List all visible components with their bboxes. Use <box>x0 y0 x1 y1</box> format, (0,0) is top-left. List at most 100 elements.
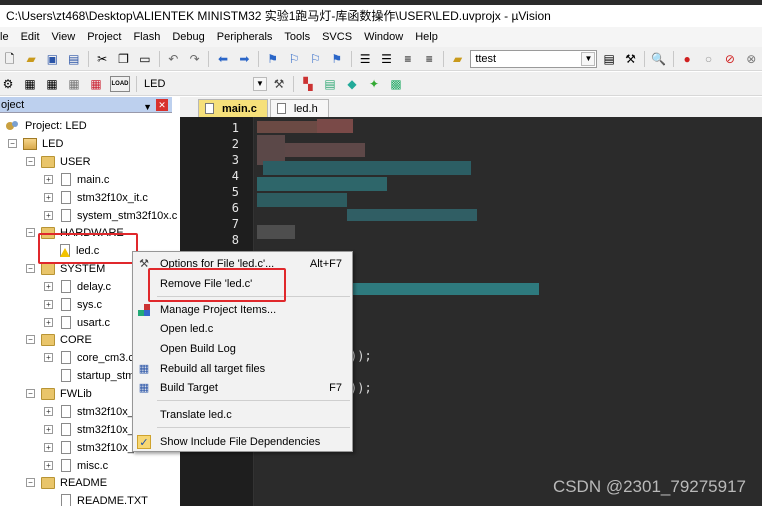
menu-item-open-build-log[interactable]: Open Build Log <box>133 339 352 359</box>
menu-item-build-target[interactable]: ▦ Build Target F7 <box>133 378 352 398</box>
tree-file[interactable]: + core_cm3.c <box>44 349 134 366</box>
tree-file[interactable]: + sys.c <box>44 296 102 313</box>
download-load-icon[interactable]: LOAD <box>110 75 130 92</box>
pack-download-icon[interactable]: ▩ <box>388 76 404 92</box>
menu-item-manage-project-items[interactable]: Manage Project Items... <box>133 300 352 320</box>
redo-icon[interactable]: ↷ <box>187 51 202 67</box>
menu-item-remove-file[interactable]: Remove File 'led.c' <box>133 274 352 294</box>
disable-all-breakpoints-icon[interactable]: ⊗ <box>744 51 759 67</box>
tree-file[interactable]: + usart.c <box>44 314 110 331</box>
menu-svcs[interactable]: SVCS <box>316 27 358 47</box>
kill-breakpoints-icon[interactable]: ⊘ <box>722 51 737 67</box>
build-icon[interactable]: ▦ <box>22 76 38 92</box>
expand-icon[interactable]: + <box>44 443 53 452</box>
expand-icon[interactable]: + <box>44 211 53 220</box>
menu-item-show-include-dependencies[interactable]: ✓ Show Include File Dependencies <box>133 432 352 452</box>
open-folder-icon[interactable]: ▰ <box>23 51 38 67</box>
collapse-icon[interactable]: − <box>26 478 35 487</box>
new-file-icon[interactable]: 🗋 <box>2 51 17 67</box>
tree-file[interactable]: startup_stm <box>59 367 134 384</box>
menu-view[interactable]: View <box>46 27 82 47</box>
tree-file[interactable]: + delay.c <box>44 278 111 295</box>
expand-icon[interactable]: + <box>44 318 53 327</box>
expand-icon[interactable]: + <box>44 282 53 291</box>
options-for-target-icon[interactable]: ⚒ <box>271 76 287 92</box>
menu-item-open-file[interactable]: Open led.c <box>133 319 352 339</box>
indent-icon[interactable]: ☰ <box>357 51 372 67</box>
tree-file-led-c[interactable]: led.c <box>58 242 99 259</box>
unindent-icon[interactable]: ☰ <box>379 51 394 67</box>
menu-edit[interactable]: Edit <box>15 27 46 47</box>
save-all-icon[interactable]: ▤ <box>66 51 81 67</box>
tree-group-fwlib[interactable]: − FWLib <box>26 385 92 402</box>
menu-window[interactable]: Window <box>358 27 409 47</box>
stop-build-icon[interactable]: ▦ <box>88 76 104 92</box>
tree-root[interactable]: Project: LED <box>4 117 87 134</box>
select-packs-icon[interactable]: ▤ <box>322 76 338 92</box>
expand-icon[interactable]: + <box>44 407 53 416</box>
translate-icon[interactable]: ⚙ <box>0 76 16 92</box>
manage-project-items-icon[interactable]: ▚ <box>300 76 316 92</box>
clear-bookmarks-icon[interactable]: ⚑ <box>329 51 344 67</box>
expand-icon[interactable]: + <box>44 425 53 434</box>
tree-file[interactable]: + misc.c <box>44 457 108 474</box>
collapse-icon[interactable]: − <box>26 157 35 166</box>
expand-icon[interactable]: + <box>44 193 53 202</box>
expand-icon[interactable]: + <box>44 461 53 470</box>
collapse-icon[interactable]: − <box>8 139 17 148</box>
menu-tools[interactable]: Tools <box>278 27 316 47</box>
prev-bookmark-icon[interactable]: ⚐ <box>286 51 301 67</box>
uncomment-icon[interactable]: ≡ <box>422 51 437 67</box>
tree-file[interactable]: README.TXT <box>59 492 148 506</box>
tree-group-hardware[interactable]: − HARDWARE <box>26 224 124 241</box>
menu-project[interactable]: Project <box>81 27 127 47</box>
menu-flash[interactable]: Flash <box>127 27 166 47</box>
tree-group-user[interactable]: − USER <box>26 153 91 170</box>
menu-item-rebuild-all[interactable]: ▦ Rebuild all target files <box>133 359 352 379</box>
chevron-down-icon[interactable]: ▼ <box>253 76 267 91</box>
collapse-icon[interactable]: − <box>26 389 35 398</box>
bookmark-icon[interactable]: ⚑ <box>265 51 280 67</box>
find-in-files-icon[interactable]: ▰ <box>450 51 465 67</box>
chevron-down-icon[interactable]: ▼ <box>581 51 596 66</box>
manage-rte-icon[interactable]: ◆ <box>344 76 360 92</box>
breakpoint-icon[interactable]: ● <box>679 51 694 67</box>
tree-file[interactable]: + system_stm32f10x.c <box>44 207 177 224</box>
tab-led-h[interactable]: led.h <box>269 99 329 117</box>
debug-session-icon[interactable]: 🔍 <box>651 51 666 67</box>
collapse-icon[interactable]: − <box>26 335 35 344</box>
navigate-forward-icon[interactable]: ➡ <box>237 51 252 67</box>
next-bookmark-icon[interactable]: ⚐ <box>308 51 323 67</box>
pack-installer-icon[interactable]: ✦ <box>366 76 382 92</box>
comment-icon[interactable]: ≡ <box>400 51 415 67</box>
tree-file[interactable]: + main.c <box>44 171 109 188</box>
menu-debug[interactable]: Debug <box>166 27 210 47</box>
menu-help[interactable]: Help <box>409 27 444 47</box>
tree-group-core[interactable]: − CORE <box>26 331 92 348</box>
undo-icon[interactable]: ↶ <box>166 51 181 67</box>
collapse-icon[interactable]: − <box>26 264 35 273</box>
copy-icon[interactable]: ❐ <box>116 51 131 67</box>
close-icon[interactable]: ✕ <box>156 99 168 111</box>
menu-item-translate-file[interactable]: Translate led.c <box>133 405 352 425</box>
tree-file[interactable]: + stm32f10x_ <box>44 439 134 456</box>
menu-item-options-for-file[interactable]: ⚒ Options for File 'led.c'... Alt+F7 <box>133 254 352 274</box>
pin-icon[interactable]: ▼ <box>143 99 152 115</box>
configure-icon[interactable]: ⚒ <box>623 51 638 67</box>
tab-main-c[interactable]: main.c <box>198 99 268 117</box>
navigate-back-icon[interactable]: ⬅ <box>215 51 230 67</box>
tree-file[interactable]: + stm32f10x_it.c <box>44 189 148 206</box>
tree-file[interactable]: + stm32f10x_ <box>44 421 134 438</box>
paste-icon[interactable]: ▭ <box>137 51 152 67</box>
tree-group-readme[interactable]: − README <box>26 474 107 491</box>
find-combo[interactable]: ttest ▼ <box>470 49 598 68</box>
save-icon[interactable]: ▣ <box>45 51 60 67</box>
expand-icon[interactable]: + <box>44 175 53 184</box>
menu-file[interactable]: le <box>0 27 15 47</box>
batch-build-icon[interactable]: ▦ <box>66 76 82 92</box>
tree-target[interactable]: − LED <box>8 135 63 152</box>
rebuild-icon[interactable]: ▦ <box>44 76 60 92</box>
tree-file[interactable]: + stm32f10x_ <box>44 403 134 420</box>
collapse-icon[interactable]: − <box>26 228 35 237</box>
find-icon[interactable]: ▤ <box>601 51 616 67</box>
